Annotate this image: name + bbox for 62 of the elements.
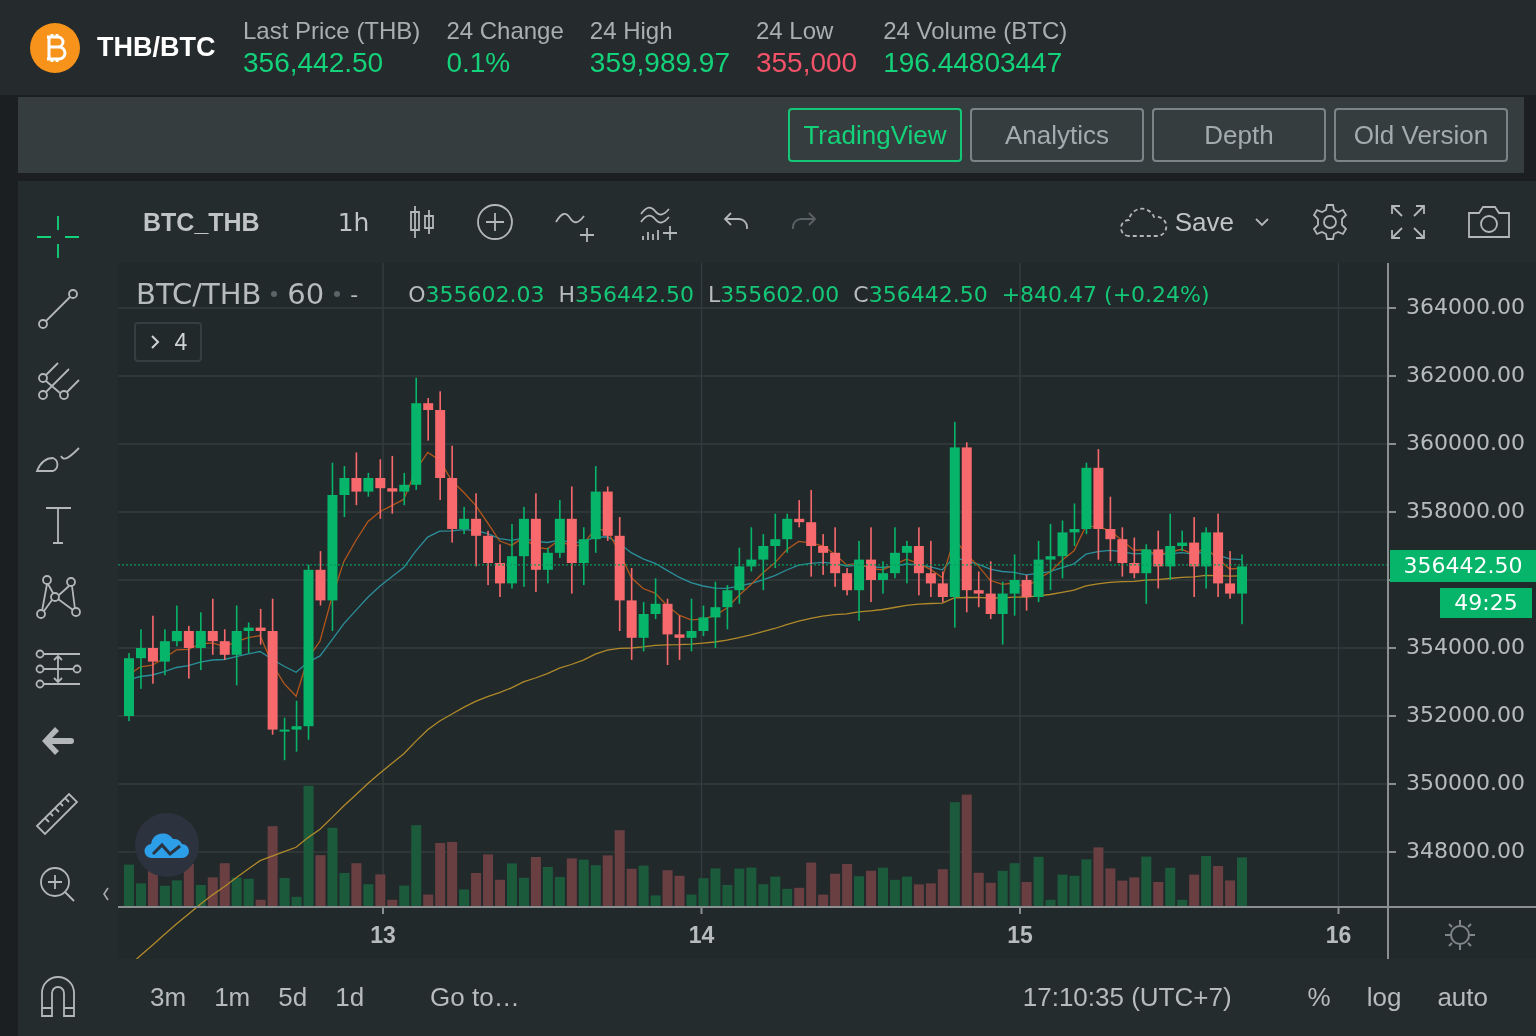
brightness-icon[interactable] [1443,918,1477,952]
range-button[interactable]: 5d [278,982,308,1013]
scale-option-button[interactable]: auto [1437,982,1488,1013]
time-axis-label: 15 [1006,922,1034,949]
ohlc-value: H356442.50 [558,281,695,307]
save-button[interactable]: Save [1118,205,1234,239]
view-tab[interactable]: Old Version [1334,108,1508,162]
stat-value: 196.44803447 [883,46,1064,79]
price-axis-label: 360000.00 [1406,430,1525,455]
price-axis-label: 364000.00 [1406,294,1525,319]
stat-label: 24 Volume (BTC) [883,16,1068,45]
scale-option-button[interactable]: log [1366,982,1402,1013]
stat-label: 24 High [589,16,674,45]
ohlc-value: C356442.50 [853,281,988,307]
last-price-label: 356442.50 [1390,549,1536,582]
clock-timezone-label[interactable]: 17:10:35 (UTC+7) [1022,982,1232,1013]
stat-label: 24 Low [755,16,835,45]
time-axis-label: 16 [1324,922,1353,949]
stat-label: Last Price (THB) [243,16,421,45]
time-axis-label: 14 [687,922,716,949]
scale-option-button[interactable]: % [1307,982,1331,1013]
ohlc-value: O355602.03 [408,281,545,307]
price-axis-label: 348000.00 [1406,838,1525,863]
settings-icon[interactable] [1310,202,1350,242]
range-button[interactable]: 3m [150,982,187,1013]
view-tab[interactable]: TradingView [788,108,962,162]
price-change: +840.47 (+0.24%) [1001,281,1210,307]
time-axis-label: 13 [369,922,397,949]
bitcoin-logo-icon [30,22,80,73]
separator-dot [271,291,278,297]
pair-title: THB/BTC [97,32,217,63]
go-to-date-button[interactable]: Go to… [430,982,520,1013]
legend-interval: 60 [287,277,325,311]
price-axis-label: 358000.00 [1406,498,1525,523]
chevron-right-icon [148,333,161,351]
symbol-button[interactable]: BTC_THB [143,207,260,237]
camera-icon[interactable] [1466,204,1512,240]
fullscreen-icon[interactable] [1388,202,1428,242]
legend-status: - [350,281,359,307]
stat-value: 356,442.50 [243,46,385,79]
range-button[interactable]: 1m [214,982,251,1013]
price-axis-label: 350000.00 [1406,770,1525,795]
stat-value: 359,989.97 [589,46,730,79]
indicators-toggle-button[interactable]: 4 [134,322,202,362]
stat-label: 24 Change [446,16,564,45]
ohlc-value: L355602.00 [708,281,840,307]
price-axis-label: 352000.00 [1406,702,1525,727]
stat-value: 355,000 [755,46,858,79]
price-axis-label: 354000.00 [1406,634,1525,659]
separator-dot [334,291,341,297]
collapse-chevron-icon[interactable] [101,885,111,903]
view-tab[interactable]: Depth [1152,108,1326,162]
price-axis-label: 362000.00 [1406,362,1525,387]
legend-symbol: BTC/THB [136,277,262,311]
pattern-icon[interactable] [33,572,83,622]
range-button[interactable]: 1d [335,982,365,1013]
stat-value: 0.1% [446,46,512,79]
countdown-label: 49:25 [1440,587,1532,618]
view-tab[interactable]: Analytics [970,108,1144,162]
interval-button[interactable]: 1h [337,207,370,237]
cloud-icon [1118,205,1169,239]
add-circle-icon[interactable] [475,202,516,242]
